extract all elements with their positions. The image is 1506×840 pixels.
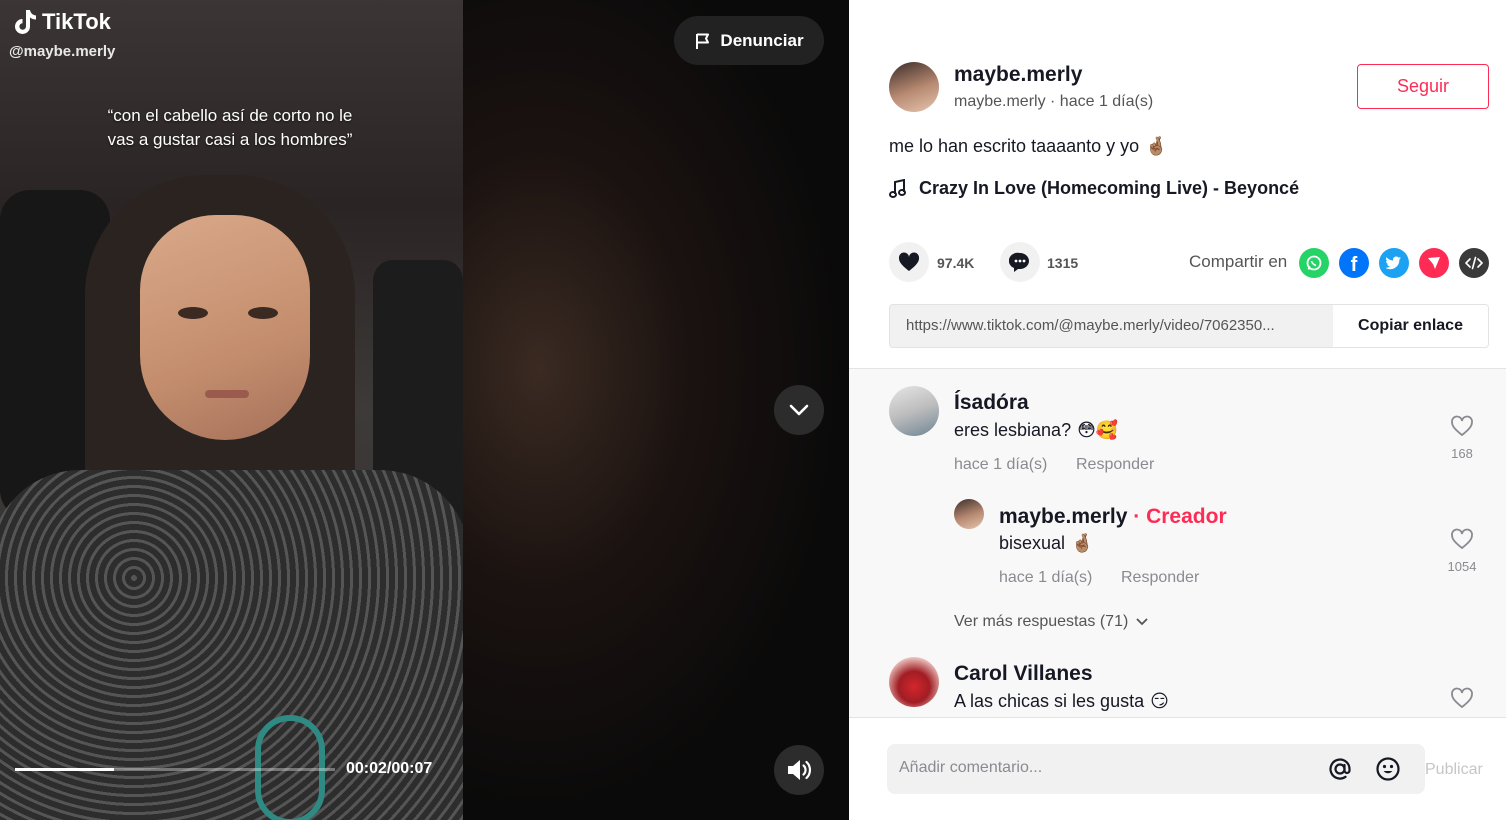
copy-link-button[interactable]: Copiar enlace bbox=[1333, 305, 1488, 347]
reply-like[interactable]: 1054 bbox=[1442, 528, 1482, 574]
embed-icon bbox=[1465, 256, 1483, 270]
mouth bbox=[205, 390, 249, 398]
reply-like-count: 1054 bbox=[1447, 559, 1477, 574]
video-frame[interactable]: TikTok @maybe.merly “con el cabello así … bbox=[0, 0, 463, 820]
comment-avatar[interactable] bbox=[889, 386, 939, 436]
twitter-icon bbox=[1386, 256, 1401, 270]
comment-author[interactable]: Ísadóra bbox=[954, 391, 1029, 415]
video-caption-overlay: “con el cabello así de corto no le vas a… bbox=[107, 106, 353, 149]
comment-author[interactable]: Carol Villanes bbox=[954, 662, 1093, 686]
embed-share-button[interactable] bbox=[1459, 248, 1489, 278]
video-player[interactable]: TikTok @maybe.merly “con el cabello así … bbox=[0, 0, 849, 820]
reply-author[interactable]: maybe.merly · Creador bbox=[999, 505, 1227, 529]
view-more-replies-label: Ver más respuestas (71) bbox=[954, 613, 1129, 630]
comment-emoji: 😏 bbox=[1150, 691, 1169, 711]
publish-button[interactable]: Publicar bbox=[1425, 761, 1483, 779]
right-eye bbox=[248, 307, 278, 319]
volume-icon bbox=[788, 760, 811, 780]
comment-like[interactable]: 168 bbox=[1442, 415, 1482, 461]
share-label: Compartir en bbox=[1189, 252, 1288, 271]
music-title: Crazy In Love (Homecoming Live) - Beyonc… bbox=[919, 178, 1300, 198]
comment-input[interactable]: Añadir comentario... bbox=[887, 744, 1425, 794]
whatsapp-share-button[interactable] bbox=[1299, 248, 1329, 278]
facebook-share-button[interactable]: f bbox=[1339, 248, 1369, 278]
bottom-strip bbox=[0, 820, 849, 840]
description-emoji: 🤞🏽 bbox=[1145, 136, 1168, 156]
facebook-icon: f bbox=[1350, 253, 1358, 276]
reply-button[interactable]: Responder bbox=[1076, 456, 1154, 474]
description-text: me lo han escrito taaaanto y yo bbox=[889, 136, 1140, 156]
comment-time: hace 1 día(s) bbox=[954, 456, 1048, 473]
like-count: 97.4K bbox=[937, 255, 975, 271]
creator-badge: · Creador bbox=[1133, 505, 1227, 528]
video-link-box: https://www.tiktok.com/@maybe.merly/vide… bbox=[889, 304, 1489, 348]
video-progress-bar[interactable] bbox=[15, 768, 335, 771]
reply-emoji: 🤞🏽 bbox=[1071, 533, 1094, 553]
follow-button[interactable]: Seguir bbox=[1357, 64, 1489, 109]
tiktok-wordmark: TikTok bbox=[42, 9, 111, 34]
comment-list[interactable]: Ísadóra eres lesbiana? 😳🥰 hace 1 día(s) … bbox=[849, 368, 1506, 717]
like-button[interactable] bbox=[889, 242, 929, 282]
view-more-replies[interactable]: Ver más respuestas (71) bbox=[954, 613, 1148, 631]
send-icon bbox=[1428, 257, 1440, 269]
comment-button[interactable] bbox=[1000, 242, 1040, 282]
tiktok-video-page: TikTok @maybe.merly “con el cabello así … bbox=[0, 0, 1506, 840]
comment-composer: Añadir comentario... Publicar bbox=[849, 717, 1506, 820]
flag-icon bbox=[696, 33, 710, 49]
volume-button[interactable] bbox=[774, 745, 824, 795]
comment-text: A las chicas si les gusta 😏 bbox=[954, 691, 1169, 712]
comment-bubble-icon bbox=[1009, 252, 1029, 272]
watermark-username: @maybe.merly bbox=[9, 43, 116, 60]
reply-text: bisexual 🤞🏽 bbox=[999, 533, 1093, 554]
comment-avatar[interactable] bbox=[889, 657, 939, 707]
heart-outline-icon bbox=[1451, 687, 1473, 709]
chevron-down-icon bbox=[789, 404, 809, 416]
tiktok-watermark: TikTok bbox=[12, 8, 111, 36]
person-face bbox=[140, 215, 310, 440]
at-sign-icon bbox=[1329, 758, 1351, 780]
reply-text-content: bisexual bbox=[999, 533, 1066, 553]
video-link-url[interactable]: https://www.tiktok.com/@maybe.merly/vide… bbox=[906, 317, 1336, 334]
author-name[interactable]: maybe.merly bbox=[954, 63, 1082, 87]
report-label: Denunciar bbox=[720, 30, 804, 50]
report-button[interactable]: Denunciar bbox=[674, 16, 824, 65]
reply-avatar[interactable] bbox=[954, 499, 984, 529]
tiktok-logo-icon bbox=[15, 10, 37, 34]
music-link[interactable]: Crazy In Love (Homecoming Live) - Beyonc… bbox=[889, 178, 1299, 199]
comment-text-content: eres lesbiana? bbox=[954, 420, 1072, 440]
heart-outline-icon bbox=[1451, 528, 1473, 550]
smiley-icon bbox=[1376, 757, 1400, 781]
comment-count: 1315 bbox=[1047, 255, 1079, 271]
video-time: 00:02/00:07 bbox=[346, 760, 433, 777]
chevron-down-icon bbox=[1136, 618, 1148, 626]
video-info-panel: maybe.merly maybe.merly · hace 1 día(s) … bbox=[849, 0, 1506, 840]
next-video-button[interactable] bbox=[774, 385, 824, 435]
comment-emoji: 😳🥰 bbox=[1077, 420, 1119, 440]
video-description: me lo han escrito taaaanto y yo 🤞🏽 bbox=[889, 136, 1168, 157]
heart-icon bbox=[898, 252, 920, 271]
video-progress-fill bbox=[15, 768, 115, 771]
author-meta: maybe.merly · hace 1 día(s) bbox=[954, 93, 1154, 110]
comment-like[interactable] bbox=[1442, 687, 1482, 714]
twitter-share-button[interactable] bbox=[1379, 248, 1409, 278]
send-share-button[interactable] bbox=[1419, 248, 1449, 278]
comment-like-count: 168 bbox=[1451, 446, 1473, 461]
left-eye bbox=[178, 307, 208, 319]
emoji-button[interactable] bbox=[1374, 755, 1402, 783]
reply-time: hace 1 día(s) bbox=[999, 569, 1093, 586]
whatsapp-icon bbox=[1306, 255, 1322, 271]
comment-text-content: A las chicas si les gusta bbox=[954, 691, 1145, 711]
heart-outline-icon bbox=[1451, 415, 1473, 437]
comment-input-placeholder: Añadir comentario... bbox=[899, 759, 1043, 776]
author-avatar[interactable] bbox=[889, 62, 939, 112]
mention-button[interactable] bbox=[1326, 755, 1354, 783]
reply-author-name[interactable]: maybe.merly bbox=[999, 505, 1127, 528]
reply-reply-button[interactable]: Responder bbox=[1121, 569, 1199, 587]
music-note-icon bbox=[889, 178, 906, 198]
comment-text: eres lesbiana? 😳🥰 bbox=[954, 420, 1118, 441]
